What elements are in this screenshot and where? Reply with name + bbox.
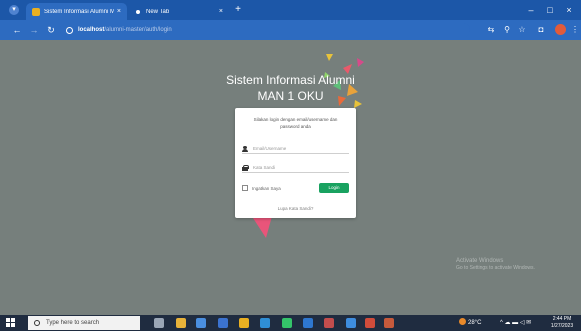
weather-icon [459,318,466,325]
remember-checkbox[interactable] [242,185,248,191]
page-viewport: Sistem Informasi Alumni MAN 1 OKU Silaka… [0,40,581,315]
system-tray-icons[interactable]: ^ ☁ ▬ ◁ ✉ [500,318,531,328]
tab-new-tab[interactable]: New Tab × [128,3,229,20]
url-path: /alumni-master/auth/login [104,27,172,33]
url-host: localhost [78,27,105,33]
menu-more-icon[interactable]: ⋮ [570,25,580,35]
file-explorer-icon[interactable] [176,318,186,328]
site-favicon-icon [32,7,40,16]
tab-close-icon[interactable]: × [117,8,121,15]
start-button[interactable] [6,318,16,328]
email-input[interactable] [253,144,343,153]
vscode-icon[interactable] [303,318,313,328]
browser-toolbar: ← → ↻ localhost /alumni-master/auth/logi… [0,20,581,40]
password-field[interactable] [242,163,349,173]
lock-icon [242,164,249,171]
page-title: Sistem Informasi Alumni MAN 1 OKU [0,72,581,104]
clock-date: 1/27/2023 [550,323,574,329]
user-icon [242,145,248,152]
login-card: Silakan login dengan email/username dan … [235,108,356,218]
watermark-subtitle: Go to Settings to activate Windows. [456,265,535,271]
app-icon[interactable] [384,318,394,328]
store-icon[interactable] [218,318,228,328]
weather-temp: 28°C [468,320,482,326]
watermark-title: Activate Windows [456,258,504,264]
windows-taskbar: Type here to search 28°C ^ ☁ ▬ ◁ ✉ 2:44 … [0,315,581,331]
maximize-button[interactable]: □ [541,4,559,16]
edge-icon[interactable] [260,318,270,328]
tab-close-icon[interactable]: × [219,8,223,15]
clock[interactable]: 2:44 PM 1/27/2023 [548,316,576,330]
bookmark-star-icon[interactable]: ☆ [517,25,527,35]
title-line-2: MAN 1 OKU [257,89,324,103]
site-info-icon[interactable] [66,26,73,34]
app-icon[interactable] [346,318,356,328]
forgot-password-link[interactable]: Lupa Kata Sandi? [235,206,356,211]
search-icon [34,320,40,326]
search-placeholder: Type here to search [46,320,100,326]
taskbar-search[interactable]: Type here to search [28,316,140,330]
remember-label: Ingatkan Saya [252,185,281,191]
tab-search-icon[interactable]: ▾ [9,5,19,15]
back-button[interactable]: ← [11,24,23,36]
minimize-button[interactable]: – [522,4,540,16]
close-window-button[interactable]: × [560,4,578,16]
reload-button[interactable]: ↻ [45,24,57,36]
tab-title: New Tab [146,8,170,15]
whatsapp-icon[interactable] [282,318,292,328]
translate-icon[interactable]: ⇆ [486,25,496,35]
activate-windows-watermark: Activate Windows Go to Settings to activ… [456,258,535,272]
app-icon[interactable] [365,318,375,328]
title-line-1: Sistem Informasi Alumni [226,73,355,87]
remember-me[interactable]: Ingatkan Saya [242,185,281,191]
forward-button[interactable]: → [28,24,40,36]
tab-alumni[interactable]: Sistem Informasi Alumni Man × [26,3,127,20]
profile-avatar[interactable] [555,24,566,35]
zoom-icon[interactable]: ⚲ [502,25,512,35]
login-instructions: Silakan login dengan email/username dan … [253,117,338,129]
chrome-icon[interactable] [196,318,206,328]
new-tab-button[interactable]: + [232,3,244,17]
chrome-favicon-icon [134,7,142,16]
password-input[interactable] [253,163,343,172]
screen: ▾ Sistem Informasi Alumni Man × New Tab … [0,0,581,331]
email-field[interactable] [242,144,349,154]
address-bar[interactable]: localhost /alumni-master/auth/login [60,23,470,37]
tab-title: Sistem Informasi Alumni Man [44,8,114,15]
task-view-icon[interactable] [154,318,164,328]
browser-tab-strip: ▾ Sistem Informasi Alumni Man × New Tab … [0,0,581,20]
chrome-icon[interactable] [239,318,249,328]
app-icon[interactable] [324,318,334,328]
clock-time: 2:44 PM [552,316,572,322]
extensions-icon[interactable]: ◘ [536,25,546,35]
weather-widget[interactable]: 28°C [459,318,481,328]
login-button[interactable]: Login [319,183,349,193]
